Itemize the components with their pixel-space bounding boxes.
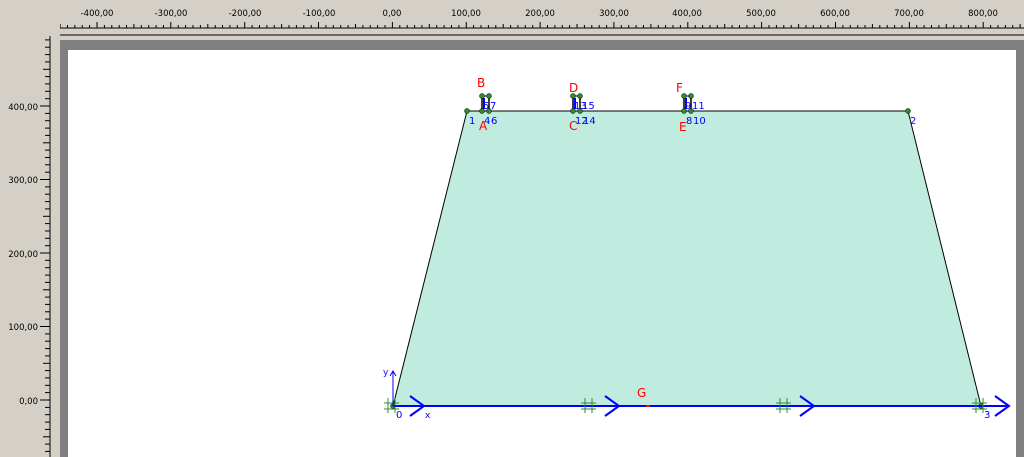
x-tick-label: -300,00: [155, 9, 188, 19]
point-label-2: 2: [910, 116, 916, 127]
x-axis-label: x: [425, 411, 431, 421]
y-tick-label: 300,00: [8, 176, 38, 186]
x-tick-label: 300,00: [599, 9, 629, 19]
point-label-8: 8: [686, 116, 692, 127]
y-tick-label: 200,00: [8, 250, 38, 260]
x-tick-label: -100,00: [303, 9, 336, 19]
drawing-area[interactable]: y x 0 1 2 3 4 5 6 7 8 9 10 11 12 13 14 1…: [60, 40, 1024, 457]
point-label-7: 7: [490, 101, 496, 112]
x-tick-label: 400,00: [672, 9, 702, 19]
point-label-0: 0: [396, 410, 402, 421]
geometry-node[interactable]: [905, 108, 911, 114]
point-letter-G: G: [637, 386, 646, 400]
vertical-ruler[interactable]: 400,00 300,00 200,00 100,00 0,00: [0, 36, 60, 457]
point-letter-B: B: [477, 76, 485, 90]
point-letter-C: C: [569, 119, 577, 133]
x-tick-label: 100,00: [451, 9, 481, 19]
x-tick-label: -200,00: [229, 9, 262, 19]
x-tick-label: 0,00: [383, 9, 402, 19]
point-label-3: 3: [984, 410, 990, 421]
point-label-14: 14: [583, 116, 596, 127]
point-label-11: 11: [692, 101, 705, 112]
x-tick-label: 200,00: [525, 9, 555, 19]
y-tick-label: 0,00: [19, 397, 38, 407]
plaxis-input-window: -400,00 -300,00 -200,00 -100,00 0,00 100…: [0, 0, 1024, 457]
point-label-6: 6: [491, 116, 497, 127]
y-tick-label: 400,00: [8, 103, 38, 113]
point-label-1: 1: [469, 116, 475, 127]
point-letter-E: E: [679, 120, 687, 134]
horizontal-ruler[interactable]: -400,00 -300,00 -200,00 -100,00 0,00 100…: [60, 0, 1024, 36]
x-tick-label: 600,00: [820, 9, 850, 19]
point-label-5: 5: [483, 101, 489, 112]
ruler-corner: [0, 0, 60, 36]
geometry-node[interactable]: [464, 108, 470, 114]
y-tick-label: 100,00: [8, 323, 38, 333]
x-tick-label: 700,00: [894, 9, 924, 19]
geometry-canvas[interactable]: y x 0 1 2 3 4 5 6 7 8 9 10 11 12 13 14 1…: [60, 40, 1024, 457]
point-letter-A: A: [479, 119, 488, 133]
point-letter-F: F: [676, 81, 683, 95]
x-tick-label: 800,00: [968, 9, 998, 19]
x-tick-label: -400,00: [81, 9, 114, 19]
point-letter-D: D: [569, 81, 578, 95]
x-tick-label: 500,00: [746, 9, 776, 19]
soil-cluster[interactable]: [392, 110, 982, 407]
point-label-9: 9: [685, 101, 691, 112]
y-axis-label: y: [383, 368, 389, 378]
point-label-15: 15: [582, 101, 595, 112]
point-label-10: 10: [693, 116, 706, 127]
